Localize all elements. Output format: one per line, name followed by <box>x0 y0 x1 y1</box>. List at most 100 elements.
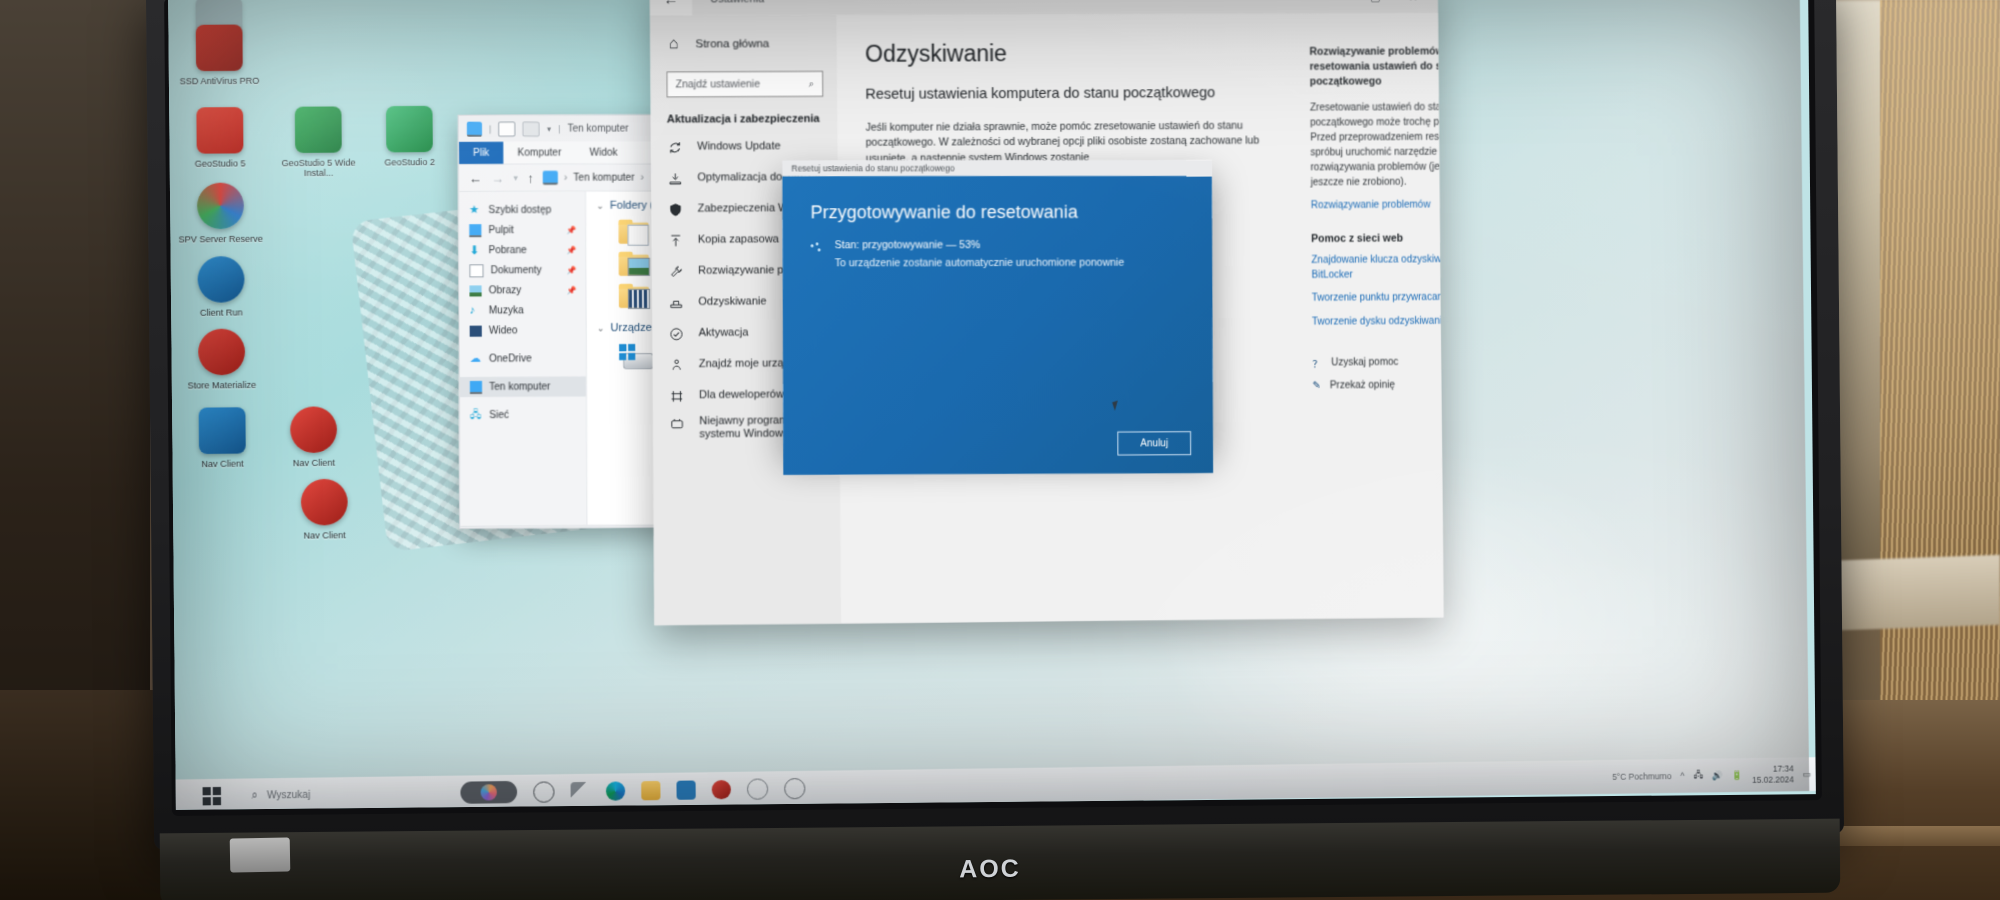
aside-paragraph: Zresetowanie ustawień do stanu początkow… <box>1309 101 1444 188</box>
desktop-icon-label: Nav Client <box>201 458 244 470</box>
nav-item-pulpit[interactable]: Pulpit 📌 <box>459 220 585 241</box>
get-help-link[interactable]: ？ Uzyskaj pomoc <box>1312 354 1443 371</box>
edge-icon[interactable] <box>605 780 626 801</box>
desktop-icon[interactable]: GeoStudio 2 <box>361 105 459 168</box>
star-icon: ★ <box>469 203 480 216</box>
nav-client-icon <box>300 478 348 526</box>
sidebar-category-label: Aktualizacja i zabezpieczenia <box>666 112 820 126</box>
desktop-icon[interactable]: Client Run <box>172 256 270 319</box>
close-button[interactable]: ✕ <box>1394 0 1432 13</box>
clock-time: 17:34 <box>1772 763 1794 775</box>
dialog-heading: Przygotowywanie do resetowania <box>810 201 1078 223</box>
nav-item-szybki-dostep[interactable]: ★ Szybki dostęp <box>459 200 585 220</box>
sidebar-item-label: Dla deweloperów <box>698 388 784 402</box>
up-arrow-icon[interactable]: ↑ <box>527 170 534 185</box>
system-tray[interactable]: 5°C Pochmurno ^ 🖧 🔊 🔋 17:34 15.02.2024 ▭ <box>1612 763 1816 787</box>
nav-item-label: Obrazy <box>488 284 522 296</box>
sidebar-item-label: Kopia zapasowa <box>697 233 780 246</box>
cancel-button[interactable]: Anuluj <box>1117 431 1192 456</box>
nav-item-obrazy[interactable]: Obrazy 📌 <box>459 280 585 301</box>
explorer-nav-pane[interactable]: ★ Szybki dostęp Pulpit 📌 ⬇ Pobrane 📌 Dok… <box>459 191 588 526</box>
monitor-brand-label: AOC <box>959 854 1021 884</box>
desktop-icon-label: Client Run <box>199 307 243 318</box>
feedback-link[interactable]: ✎ Przekaż opinię <box>1312 379 1443 392</box>
store-icon[interactable] <box>676 779 696 800</box>
settings-icon[interactable] <box>783 777 806 799</box>
web-help-link[interactable]: Tworzenie dysku odzyskiwania <box>1312 314 1444 330</box>
search-input[interactable]: Wyszukaj <box>267 789 310 801</box>
titlebar-separator: | <box>489 123 492 134</box>
desktop-icon[interactable]: Nav Client <box>173 407 271 470</box>
pin-icon[interactable]: 📌 <box>566 225 576 234</box>
desktop-icon[interactable]: Store Materialize <box>173 328 271 391</box>
taskbar-search[interactable]: ⌕ Wyszukaj <box>251 788 310 802</box>
sidebar-item-home[interactable]: ⌂ Strona główna <box>650 31 837 58</box>
nav-item-dokumenty[interactable]: Dokumenty 📌 <box>459 260 585 281</box>
widgets-icon[interactable] <box>570 781 590 801</box>
nav-item-ten-komputer[interactable]: Ten komputer <box>459 376 587 398</box>
pin-icon[interactable]: 📌 <box>566 266 576 275</box>
web-help-link[interactable]: Znajdowanie klucza odzyskiwania funkcji … <box>1311 253 1443 283</box>
desktop-icon[interactable]: Nav Client <box>265 406 363 469</box>
settings-title-text: Ustawienia <box>710 0 764 5</box>
nav-item-label: Ten komputer <box>489 381 551 393</box>
browser-icon[interactable] <box>746 777 769 800</box>
nav-item-label: Pulpit <box>488 224 514 236</box>
desktop-icon[interactable]: SSD AntiVirus PRO <box>170 24 268 86</box>
client-run-icon <box>198 328 246 376</box>
chevron-down-icon[interactable]: ▾ <box>547 124 551 133</box>
settings-search-box[interactable]: Znajdź ustawienie ⌕ <box>666 70 824 98</box>
reset-dialog[interactable]: Resetuj ustawienia do stanu początkowego… <box>782 159 1214 475</box>
aside-troubleshoot-link[interactable]: Rozwiązywanie problemów <box>1311 198 1444 214</box>
nav-item-label: Muzyka <box>488 304 524 317</box>
search-input[interactable]: Znajdź ustawienie <box>676 78 761 90</box>
pin-icon[interactable]: 📌 <box>566 286 576 295</box>
nav-item-pobrane[interactable]: ⬇ Pobrane 📌 <box>459 240 585 261</box>
recovery-icon <box>668 295 683 310</box>
weather-status[interactable]: 5°C Pochmurno <box>1612 771 1671 782</box>
volume-icon[interactable]: 🔊 <box>1712 770 1723 781</box>
pin-icon[interactable]: 📌 <box>566 245 576 254</box>
network-icon[interactable]: 🖧 <box>1693 768 1703 784</box>
tab-komputer[interactable]: Komputer <box>503 142 575 164</box>
breadcrumb[interactable]: › Ten komputer › <box>542 170 644 185</box>
nav-item-muzyka[interactable]: ♪ Muzyka <box>459 300 585 321</box>
chevron-up-icon[interactable]: ^ <box>1680 771 1684 781</box>
nav-client-icon <box>290 406 338 454</box>
mail-icon[interactable] <box>711 779 731 799</box>
tab-widok[interactable]: Widok <box>575 141 631 163</box>
web-help-link[interactable]: Tworzenie punktu przywracania systemu <box>1312 291 1444 307</box>
desktop-icon[interactable]: Nav Client <box>275 478 373 541</box>
pictures-icon <box>469 284 482 297</box>
chevron-down-icon[interactable]: ⌄ <box>596 200 604 211</box>
properties-quick-icon[interactable] <box>498 121 516 137</box>
desktop-icon[interactable]: GeoStudio 5 Wide Instal... <box>269 106 367 179</box>
back-arrow-icon[interactable]: ← <box>649 0 693 16</box>
copilot-button[interactable] <box>460 780 518 804</box>
new-folder-quick-icon[interactable] <box>522 121 540 137</box>
laptop-photo: AOC Notes SSD AntiVirus PRO GeoStudio 5 … <box>0 0 2000 900</box>
maximize-button[interactable]: ▢ <box>1356 0 1394 13</box>
search-icon[interactable]: ⌕ <box>809 78 815 89</box>
back-arrow-icon[interactable]: ← <box>469 170 482 185</box>
task-view-icon[interactable] <box>533 780 555 803</box>
computer-icon <box>542 170 558 185</box>
nav-item-onedrive[interactable]: ☁ OneDrive <box>460 348 586 369</box>
sidebar-item-windows-update[interactable]: Windows Update <box>651 131 838 163</box>
window-controls[interactable]: — ▢ ✕ <box>1319 0 1432 13</box>
tab-plik[interactable]: Plik <box>458 141 504 164</box>
file-explorer-icon[interactable] <box>641 780 661 800</box>
clock[interactable]: 17:34 15.02.2024 <box>1752 764 1794 786</box>
recent-locations-chevron-icon[interactable]: ▾ <box>513 172 518 183</box>
desktop-icon[interactable]: GeoStudio 5 <box>171 107 269 169</box>
nav-item-siec[interactable]: 🖧 Sieć <box>460 405 586 426</box>
notifications-icon[interactable]: ▭ <box>1803 769 1812 780</box>
chevron-down-icon[interactable]: ⌄ <box>597 323 605 334</box>
desktop-icon-label: GeoStudio 5 <box>194 158 246 169</box>
breadcrumb-item[interactable]: Ten komputer <box>573 172 634 183</box>
nav-item-wideo[interactable]: Wideo <box>460 320 586 341</box>
minimize-button[interactable]: — <box>1319 0 1357 13</box>
battery-icon[interactable]: 🔋 <box>1732 770 1743 781</box>
windows-start-icon[interactable] <box>202 786 222 806</box>
desktop-icon[interactable]: SPV Server Reserve <box>172 182 270 245</box>
